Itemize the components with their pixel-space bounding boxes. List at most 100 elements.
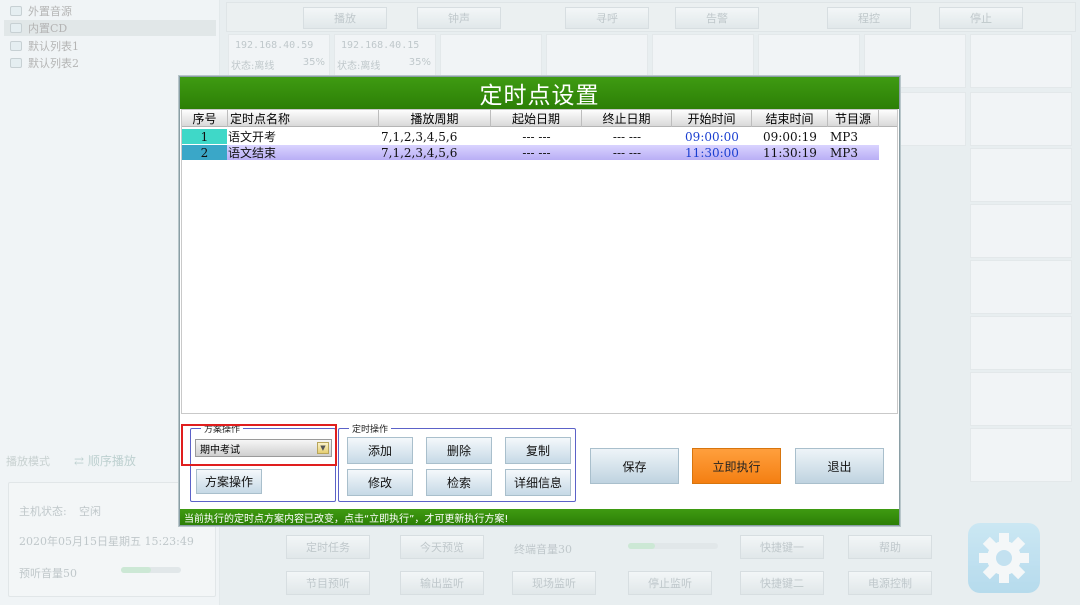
zone-ip: 192.168.40.15 [341, 40, 420, 51]
hotkey-2-button[interactable]: 快捷键二 [740, 571, 824, 595]
row-start-time: 09:00:00 [685, 129, 739, 144]
terminal-volume-slider[interactable] [628, 543, 718, 549]
scheme-highlight-box [181, 424, 337, 466]
row-end-time: 11:30:19 [763, 145, 817, 160]
play-mode-row: 播放模式 ⇄ 顺序播放 [6, 452, 136, 469]
timer-operations-group: 定时操作 添加 删除 复制 修改 检索 详细信息 [338, 422, 576, 502]
col-start-date[interactable]: 起始日期 [491, 110, 582, 127]
zone-volume: 35% [408, 57, 431, 68]
sidebar-item-internal-cd[interactable]: 内置CD [4, 20, 216, 36]
delete-button[interactable]: 删除 [426, 437, 492, 464]
dialog-status-bar: 当前执行的定时点方案内容已改变，点击“立即执行”，才可更新执行方案! [180, 509, 899, 525]
top-toolbar: 播放 钟声 寻呼 告警 程控 停止 [226, 2, 1076, 32]
zone-status: 状态:离线 [231, 61, 275, 72]
row-start-date: --- --- [522, 129, 551, 144]
dialog-title: 定时点设置 [180, 77, 899, 109]
datetime-display: 2020年05月15日星期五 15:23:49 [19, 535, 194, 548]
copy-button[interactable]: 复制 [505, 437, 571, 464]
gear-icon [979, 533, 1029, 583]
sidebar-item-default-list-1[interactable]: 默认列表1 [4, 38, 216, 54]
row-name: 语文结束 [228, 146, 277, 160]
today-preview-button[interactable]: 今天预览 [400, 535, 484, 559]
save-button[interactable]: 保存 [590, 448, 679, 484]
program-control-button[interactable]: 程控 [827, 7, 911, 29]
row-cycle: 7,1,2,3,4,5,6 [381, 145, 458, 160]
col-name[interactable]: 定时点名称 [228, 110, 379, 127]
zone-tile[interactable] [970, 316, 1072, 370]
col-source[interactable]: 节目源 [828, 110, 879, 127]
timer-group-title: 定时操作 [349, 422, 392, 435]
play-mode-label: 播放模式 [6, 454, 50, 468]
zone-tile[interactable] [970, 372, 1072, 426]
add-button[interactable]: 添加 [347, 437, 413, 464]
timer-task-button[interactable]: 定时任务 [286, 535, 370, 559]
search-button[interactable]: 检索 [426, 469, 492, 496]
row-start-time: 11:30:00 [685, 145, 739, 160]
zone-tile[interactable] [970, 204, 1072, 258]
row-end-time: 09:00:19 [763, 129, 817, 144]
preview-volume-fill [121, 567, 151, 573]
execute-now-button[interactable]: 立即执行 [692, 448, 781, 484]
sidebar-item-label: 默认列表2 [28, 57, 79, 70]
row-index: 1 [182, 129, 227, 144]
chime-button[interactable]: 钟声 [417, 7, 501, 29]
sidebar-item-external-source[interactable]: 外置音源 [4, 3, 216, 19]
col-cycle[interactable]: 播放周期 [379, 110, 491, 127]
row-index: 2 [182, 145, 227, 160]
col-index[interactable]: 序号 [182, 110, 228, 127]
terminal-volume-fill [628, 543, 655, 549]
live-monitor-button[interactable]: 现场监听 [512, 571, 596, 595]
preview-volume-slider[interactable] [121, 567, 181, 573]
playlist-icon [10, 41, 22, 51]
table-row[interactable]: 2 语文结束 7,1,2,3,4,5,6 --- --- --- --- 11:… [182, 145, 879, 160]
sidebar-item-label: 默认列表1 [28, 40, 79, 53]
zone-status: 状态:离线 [337, 61, 381, 72]
sidebar-item-default-list-2[interactable]: 默认列表2 [4, 55, 216, 71]
preview-volume-label: 预听音量50 [19, 567, 77, 580]
paging-button[interactable]: 寻呼 [565, 7, 649, 29]
program-preview-button[interactable]: 节目预听 [286, 571, 370, 595]
row-source: MP3 [830, 129, 858, 144]
zone-tile[interactable] [970, 428, 1072, 482]
sidebar-item-label: 内置CD [28, 22, 68, 35]
zone-tile[interactable] [970, 260, 1072, 314]
speaker-icon [10, 6, 22, 16]
sidebar-item-label: 外置音源 [28, 5, 72, 18]
row-cycle: 7,1,2,3,4,5,6 [381, 129, 458, 144]
table-row[interactable]: 1 语文开考 7,1,2,3,4,5,6 --- --- --- --- 09:… [182, 129, 879, 144]
play-button[interactable]: 播放 [303, 7, 387, 29]
exit-button[interactable]: 退出 [795, 448, 884, 484]
col-end-date[interactable]: 终止日期 [582, 110, 672, 127]
stop-monitor-button[interactable]: 停止监听 [628, 571, 712, 595]
alarm-button[interactable]: 告警 [675, 7, 759, 29]
zone-tile[interactable] [970, 92, 1072, 146]
help-button[interactable]: 帮助 [848, 535, 932, 559]
host-status-label: 主机状态: [19, 505, 67, 518]
zone-volume: 35% [302, 57, 325, 68]
terminal-volume-label: 终端音量30 [514, 543, 572, 556]
power-control-button[interactable]: 电源控制 [848, 571, 932, 595]
edit-button[interactable]: 修改 [347, 469, 413, 496]
scheme-operations-button[interactable]: 方案操作 [196, 469, 262, 494]
row-start-date: --- --- [522, 145, 551, 160]
table-header: 序号 定时点名称 播放周期 起始日期 终止日期 开始时间 结束时间 节目源 [182, 110, 897, 127]
row-source: MP3 [830, 145, 858, 160]
zone-tile[interactable] [970, 148, 1072, 202]
zone-tile[interactable] [970, 34, 1072, 88]
row-name: 语文开考 [228, 130, 277, 144]
detail-info-button[interactable]: 详细信息 [505, 469, 571, 496]
host-status-value: 空闲 [79, 505, 101, 518]
timer-point-table: 序号 定时点名称 播放周期 起始日期 终止日期 开始时间 结束时间 节目源 1 … [181, 109, 898, 414]
hotkey-1-button[interactable]: 快捷键一 [740, 535, 824, 559]
playlist-icon [10, 58, 22, 68]
play-mode-value: 顺序播放 [87, 454, 136, 468]
zone-ip: 192.168.40.59 [235, 40, 314, 51]
output-monitor-button[interactable]: 输出监听 [400, 571, 484, 595]
cd-icon [10, 23, 22, 33]
row-end-date: --- --- [612, 129, 642, 144]
settings-gear-button[interactable] [968, 523, 1040, 593]
col-start-time[interactable]: 开始时间 [672, 110, 752, 127]
play-mode-selector[interactable]: ⇄ 顺序播放 [74, 452, 136, 469]
col-end-time[interactable]: 结束时间 [752, 110, 828, 127]
stop-button[interactable]: 停止 [939, 7, 1023, 29]
